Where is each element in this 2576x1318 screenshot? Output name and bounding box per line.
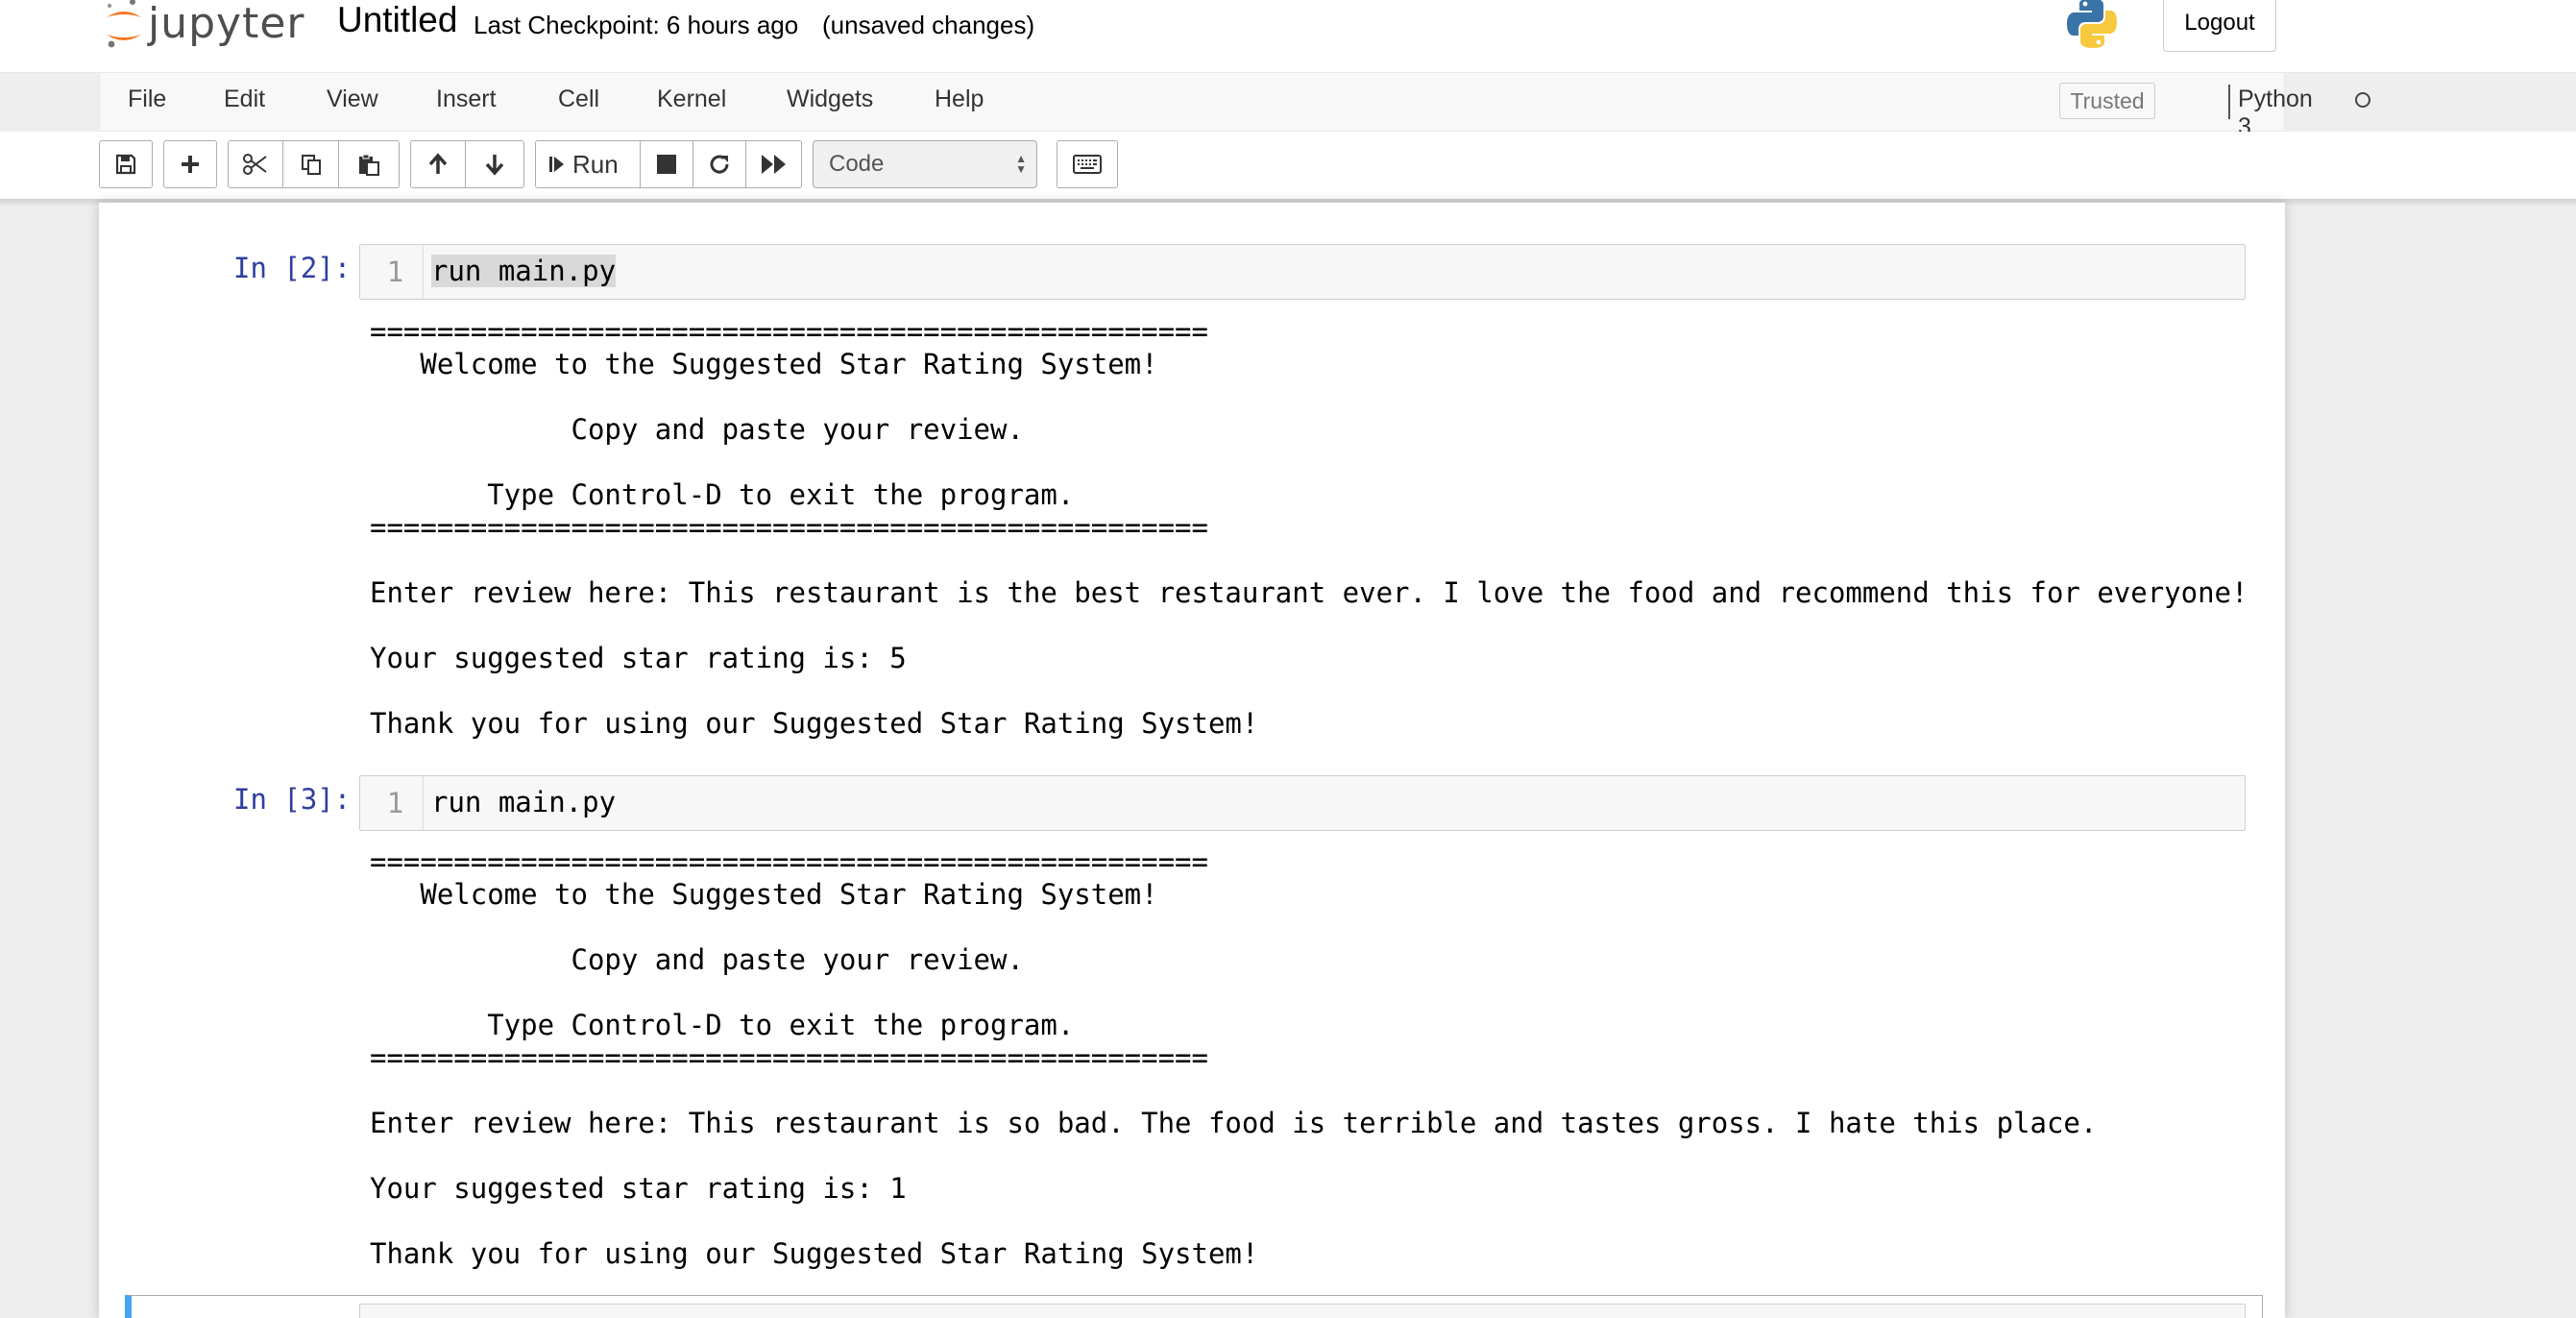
output-line: Copy and paste your review. xyxy=(370,943,1024,976)
input-prompt: In [3]: xyxy=(233,783,352,816)
notebook-name[interactable]: Untitled xyxy=(337,0,457,40)
restart-run-all-button[interactable] xyxy=(745,140,802,188)
run-label: Run xyxy=(572,149,619,179)
output-line: ========================================… xyxy=(370,845,1208,878)
output-line: Enter review here: This restaurant is th… xyxy=(370,576,2248,609)
interrupt-button[interactable] xyxy=(640,140,693,188)
output-line: ========================================… xyxy=(370,1041,1208,1074)
fast-forward-icon xyxy=(761,155,786,174)
keyboard-icon xyxy=(1073,155,1102,174)
save-icon xyxy=(115,154,136,175)
code-input[interactable]: 1 run main.py xyxy=(359,775,2246,831)
cut-button[interactable] xyxy=(228,140,283,188)
output-line: Type Control-D to exit the program. xyxy=(370,478,1075,511)
python-logo-icon xyxy=(2063,0,2121,57)
plus-icon xyxy=(182,156,199,173)
menu-file[interactable]: File xyxy=(128,85,166,113)
code-text[interactable]: run main.py xyxy=(431,255,617,287)
step-forward-icon xyxy=(549,157,564,172)
cut-icon xyxy=(243,154,267,175)
toolbar: Run Code ▲ ▼ xyxy=(0,132,2576,199)
line-number: 1 xyxy=(360,776,424,830)
insert-cell-button[interactable] xyxy=(163,140,217,188)
jupyter-logo-text: jupyter xyxy=(148,0,305,48)
output-line: ========================================… xyxy=(370,315,1208,348)
jupyter-logo[interactable]: jupyter xyxy=(104,0,305,52)
menu-cell[interactable]: Cell xyxy=(558,85,599,113)
output-line: Welcome to the Suggested Star Rating Sys… xyxy=(370,348,1158,380)
line-number: 1 xyxy=(360,245,424,299)
output-line: Thank you for using our Suggested Star R… xyxy=(370,707,1259,740)
arrow-up-icon xyxy=(428,153,448,174)
menu-widgets[interactable]: Widgets xyxy=(787,85,873,113)
save-button[interactable] xyxy=(99,140,153,188)
stop-icon xyxy=(657,155,676,174)
paste-icon xyxy=(359,154,379,176)
output-line: Enter review here: This restaurant is so… xyxy=(370,1107,2098,1139)
run-button[interactable]: Run xyxy=(535,140,641,188)
output-line: Type Control-D to exit the program. xyxy=(370,1009,1075,1041)
cell-type-value: Code xyxy=(829,151,885,177)
output-line: Your suggested star rating is: 1 xyxy=(370,1172,907,1205)
menu-insert[interactable]: Insert xyxy=(436,85,497,113)
menu-help[interactable]: Help xyxy=(935,85,984,113)
menubar: File Edit View Insert Cell Kernel Widget… xyxy=(99,72,2370,140)
copy-icon xyxy=(301,155,321,175)
move-up-button[interactable] xyxy=(410,140,466,188)
jupyter-logo-icon xyxy=(107,0,141,48)
copy-button[interactable] xyxy=(282,140,339,188)
kernel-idle-icon xyxy=(2355,92,2370,108)
last-checkpoint: Last Checkpoint: 6 hours ago xyxy=(474,11,799,39)
output-line: Your suggested star rating is: 5 xyxy=(370,642,907,674)
output-line: Copy and paste your review. xyxy=(370,413,1024,446)
select-arrows-icon: ▲ ▼ xyxy=(1015,152,1027,176)
output-line: Welcome to the Suggested Star Rating Sys… xyxy=(370,878,1158,911)
notebook-header: jupyter Untitled Last Checkpoint: 6 hour… xyxy=(0,0,2576,73)
menu-view[interactable]: View xyxy=(327,85,378,113)
arrow-down-icon xyxy=(485,155,504,176)
code-text[interactable]: run main.py xyxy=(431,786,616,818)
selected-empty-cell[interactable] xyxy=(125,1295,2263,1318)
move-down-button[interactable] xyxy=(465,140,524,188)
output-line: Thank you for using our Suggested Star R… xyxy=(370,1237,1259,1270)
logout-button[interactable]: Logout xyxy=(2163,0,2276,52)
kernel-separator xyxy=(2228,85,2230,119)
code-input[interactable] xyxy=(359,1304,2246,1318)
restart-icon xyxy=(710,155,729,174)
paste-button[interactable] xyxy=(338,140,400,188)
notebook-container: In [2]: 1 run main.py ==================… xyxy=(99,203,2285,1318)
code-input[interactable]: 1 run main.py xyxy=(359,244,2246,300)
restart-button[interactable] xyxy=(693,140,746,188)
menu-kernel[interactable]: Kernel xyxy=(657,85,726,113)
autosave-status: (unsaved changes) xyxy=(822,11,1035,39)
output-line: ========================================… xyxy=(370,511,1208,544)
menu-edit[interactable]: Edit xyxy=(224,85,265,113)
trusted-indicator[interactable]: Trusted xyxy=(2059,83,2155,119)
command-palette-button[interactable] xyxy=(1057,140,1118,188)
input-prompt: In [2]: xyxy=(233,252,352,284)
cell-type-select[interactable]: Code ▲ ▼ xyxy=(813,140,1037,188)
